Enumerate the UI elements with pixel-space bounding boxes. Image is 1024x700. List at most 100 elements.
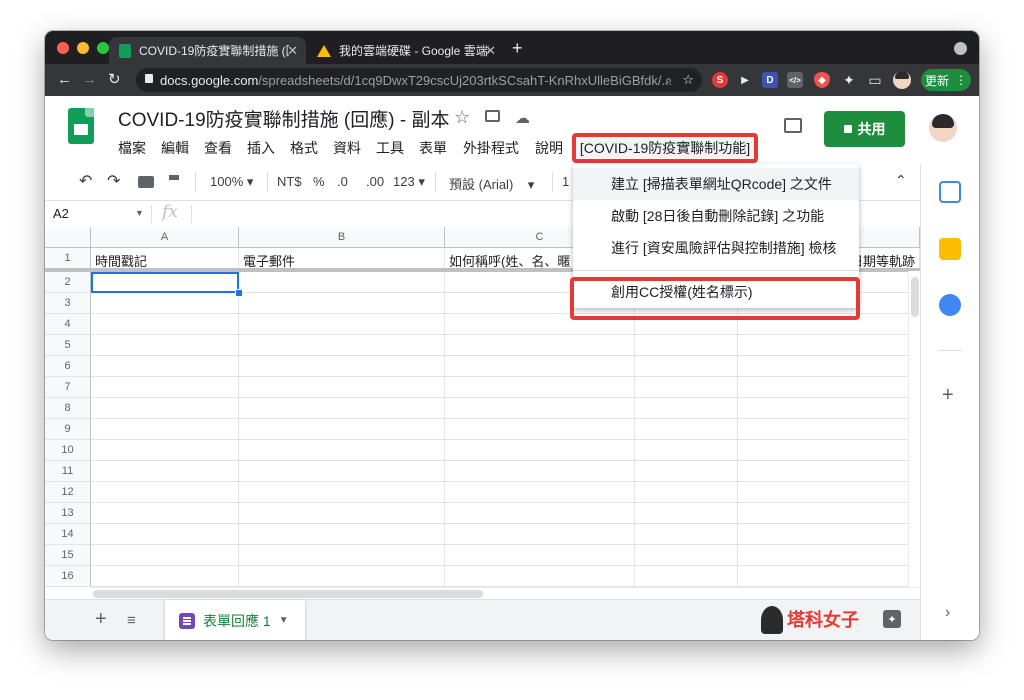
grid-cell[interactable] [445, 419, 635, 440]
grid-cell[interactable] [91, 356, 239, 377]
browser-tab-active[interactable]: COVID-19防疫實聯制措施 (回應 ✕ [109, 37, 306, 64]
row-header[interactable]: 4 [45, 314, 91, 335]
grid-cell[interactable] [445, 503, 635, 524]
star-icon[interactable]: ☆ [454, 107, 470, 128]
grid-cell[interactable] [91, 482, 239, 503]
row-header[interactable]: 5 [45, 335, 91, 356]
menu-form[interactable]: 表單 [419, 138, 447, 158]
grid-cell[interactable] [445, 566, 635, 587]
browser-tab[interactable]: 我的雲端硬碟 - Google 雲端硬碟 ✕ [307, 37, 504, 64]
close-tab-icon[interactable]: ✕ [287, 43, 298, 59]
grid-cell[interactable] [635, 356, 738, 377]
grid-cell[interactable] [91, 293, 239, 314]
grid-cell[interactable] [239, 272, 445, 293]
row-header[interactable]: 9 [45, 419, 91, 440]
update-button[interactable]: 更新 ⋮ [921, 69, 971, 91]
grid-cell[interactable] [445, 545, 635, 566]
grid-cell[interactable] [239, 356, 445, 377]
close-window-button[interactable] [57, 42, 69, 54]
grid-cell[interactable] [635, 440, 738, 461]
share-button[interactable]: 共用 [824, 111, 905, 147]
extensions-puzzle-icon[interactable]: ✦ [841, 72, 857, 88]
menu-edit[interactable]: 編輯 [161, 138, 189, 158]
paint-format-icon[interactable] [169, 175, 179, 189]
back-arrow-icon[interactable]: ← [57, 72, 72, 88]
row-header[interactable]: 2 [45, 272, 91, 293]
row-header[interactable]: 15 [45, 545, 91, 566]
row-header[interactable]: 3 [45, 293, 91, 314]
grid-cell[interactable] [91, 440, 239, 461]
grid-cell[interactable] [91, 545, 239, 566]
add-sheet-icon[interactable]: + [95, 608, 107, 631]
grid-cell[interactable] [91, 524, 239, 545]
grid-cell[interactable] [445, 335, 635, 356]
grid-cell[interactable] [635, 503, 738, 524]
grid-cell[interactable] [635, 461, 738, 482]
print-icon[interactable] [138, 176, 154, 188]
all-sheets-icon[interactable]: ≡ [127, 612, 136, 629]
comment-icon[interactable] [784, 118, 802, 133]
grid-cell[interactable] [738, 482, 920, 503]
percent-format-button[interactable]: % [313, 174, 325, 189]
grid-cell[interactable] [635, 335, 738, 356]
grid-cell[interactable] [239, 503, 445, 524]
row-header[interactable]: 16 [45, 566, 91, 587]
grid-cell[interactable] [91, 377, 239, 398]
reload-icon[interactable]: ↻ [108, 72, 121, 88]
menu-file[interactable]: 檔案 [118, 138, 146, 158]
extension-icon[interactable]: </> [787, 72, 803, 88]
menu-item-security-check[interactable]: 進行 [資安風險評估與控制措施] 檢核 [573, 232, 859, 264]
grid-cell[interactable] [738, 566, 920, 587]
grid-cell[interactable] [738, 377, 920, 398]
decrease-decimal-button[interactable]: .0 [337, 174, 348, 189]
header-cell[interactable]: 電子郵件 [239, 248, 445, 269]
header-cell[interactable]: 時間戳記 [91, 248, 239, 269]
extension-icon[interactable]: S [712, 72, 728, 88]
grid-cell[interactable] [445, 398, 635, 419]
grid-cell[interactable] [239, 314, 445, 335]
document-title[interactable]: COVID-19防疫實聯制措施 (回應) - 副本 [118, 105, 449, 132]
name-box-dropdown-icon[interactable]: ▼ [135, 208, 144, 218]
cast-icon[interactable]: ▭ [867, 72, 883, 88]
sheet-tab[interactable]: 表單回應 1 ▼ [165, 600, 305, 640]
zoom-select[interactable]: 100% ▾ [210, 174, 253, 190]
grid-cell[interactable] [738, 545, 920, 566]
row-header[interactable]: 7 [45, 377, 91, 398]
font-size-select[interactable]: 1 [562, 174, 569, 189]
menu-view[interactable]: 查看 [204, 138, 232, 158]
menu-help[interactable]: 說明 [535, 138, 563, 158]
row-header[interactable]: 11 [45, 461, 91, 482]
column-header-b[interactable]: B [239, 227, 445, 248]
grid-cell[interactable] [91, 398, 239, 419]
more-formats-select[interactable]: 123 ▾ [393, 174, 425, 190]
grid-cell[interactable] [91, 335, 239, 356]
menu-covid-custom[interactable]: [COVID-19防疫實聯制功能] [572, 133, 758, 163]
scroll-thumb[interactable] [911, 277, 919, 317]
grid-cell[interactable] [239, 482, 445, 503]
grid-cell[interactable] [445, 461, 635, 482]
minimize-window-button[interactable] [77, 42, 89, 54]
menu-item-enable-auto-delete[interactable]: 啟動 [28日後自動刪除記錄] 之功能 [573, 200, 859, 232]
menu-insert[interactable]: 插入 [247, 138, 275, 158]
grid-cell[interactable] [738, 398, 920, 419]
extension-icon[interactable]: ▶ [737, 72, 753, 88]
grid-cell[interactable] [445, 377, 635, 398]
grid-cell[interactable] [239, 545, 445, 566]
grid-cell[interactable] [738, 335, 920, 356]
font-family-select[interactable]: 預設 (Arial) ▾ [449, 174, 534, 193]
profile-avatar[interactable] [893, 71, 911, 89]
maximize-window-button[interactable] [97, 42, 109, 54]
grid-cell[interactable] [635, 377, 738, 398]
grid-cell[interactable] [445, 524, 635, 545]
grid-cell[interactable] [738, 440, 920, 461]
forward-arrow-icon[interactable]: → [82, 72, 97, 88]
close-tab-icon[interactable]: ✕ [485, 43, 496, 59]
chevron-right-icon[interactable]: › [945, 604, 950, 622]
grid-cell[interactable] [239, 440, 445, 461]
increase-decimal-button[interactable]: .00 [366, 174, 384, 189]
avatar[interactable] [929, 114, 957, 142]
new-tab-icon[interactable]: + [512, 38, 523, 59]
scroll-thumb[interactable] [93, 590, 483, 598]
grid-cell[interactable] [239, 335, 445, 356]
grid-cell[interactable] [239, 524, 445, 545]
